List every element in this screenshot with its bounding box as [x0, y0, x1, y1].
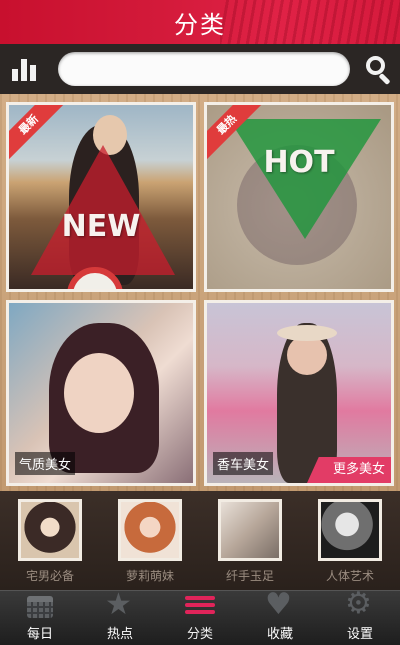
thumbnail-image: [18, 499, 82, 561]
tile-newest[interactable]: NEW 最新: [6, 102, 196, 292]
thumbnail-image: [318, 499, 382, 561]
nav-hot[interactable]: ★ 热点: [80, 587, 160, 645]
thumbnail-label: 纤手玉足: [225, 569, 274, 583]
heart-icon: ♥: [265, 587, 292, 622]
tile-car-beauty[interactable]: 香车美女 更多美女: [204, 300, 394, 486]
header-texture: [220, 0, 400, 44]
page-title: 分类: [174, 10, 226, 39]
bottom-nav: 每日 ★ 热点 分类 ♥ 收藏 ⚙ 设置: [0, 586, 400, 645]
star-icon: ★: [105, 587, 132, 622]
thumbnail-image: [118, 499, 182, 561]
tile-elegant-beauty[interactable]: 气质美女: [6, 300, 196, 486]
category-grid: NEW 最新 HOT 最热 气质美女 香车美女 更多美女: [0, 94, 400, 491]
gear-icon: ⚙: [345, 586, 372, 621]
thumbnail-label: 人体艺术: [325, 569, 374, 583]
list-icon: [185, 596, 215, 617]
nav-daily[interactable]: 每日: [0, 591, 80, 645]
thumbnail-strip: 宅男必备 萝莉萌妹 纤手玉足 人体艺术: [0, 491, 400, 590]
thumbnail-item[interactable]: 人体艺术: [300, 499, 400, 584]
nav-favorites[interactable]: ♥ 收藏: [240, 587, 320, 645]
thumbnail-item[interactable]: 纤手玉足: [200, 499, 300, 584]
more-beauties-button[interactable]: 更多美女: [307, 457, 391, 483]
nav-label: 设置: [346, 627, 373, 642]
calendar-icon: [27, 596, 53, 618]
tile-hottest[interactable]: HOT 最热: [204, 102, 394, 292]
tile-caption: 香车美女: [213, 452, 274, 475]
search-bar: [0, 44, 400, 94]
bar-chart-icon[interactable]: [12, 57, 40, 81]
nav-label: 收藏: [266, 627, 293, 642]
search-icon[interactable]: [364, 54, 394, 86]
app-header: 分类: [0, 0, 400, 44]
thumbnail-image: [218, 499, 282, 561]
thumbnail-item[interactable]: 宅男必备: [0, 499, 100, 584]
hot-label: HOT: [263, 145, 335, 180]
thumbnail-label: 萝莉萌妹: [125, 569, 174, 583]
nav-label: 热点: [106, 627, 133, 642]
thumbnail-item[interactable]: 萝莉萌妹: [100, 499, 200, 584]
nav-settings[interactable]: ⚙ 设置: [320, 586, 400, 645]
thumbnail-label: 宅男必备: [25, 569, 74, 583]
tile-caption: 气质美女: [15, 452, 76, 475]
search-input[interactable]: [58, 52, 350, 86]
nav-label: 分类: [186, 627, 213, 642]
nav-category[interactable]: 分类: [160, 591, 240, 645]
new-label: NEW: [61, 209, 141, 244]
nav-label: 每日: [26, 627, 53, 642]
